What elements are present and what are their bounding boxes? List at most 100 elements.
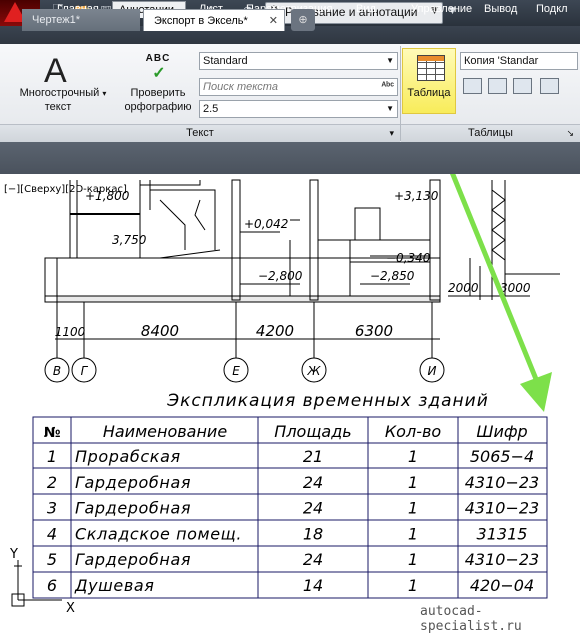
expand-panel-icon[interactable]: ▾ [389,125,394,142]
doc-tab-drawing1[interactable]: Чертеж1* [22,9,140,31]
table-cell: 24 [303,550,323,569]
table-cell: 420−04 [470,576,534,595]
text-panel-title[interactable]: Текст ▾ [0,124,400,143]
table-header-cell: № [44,425,61,441]
mtext-label-line2[interactable]: текст [8,101,108,113]
table-header-cell: Площадь [274,422,351,441]
spellcheck-label-line2[interactable]: орфографию [118,101,198,113]
table-cell: 1 [408,576,418,595]
table-cell: 24 [303,473,323,492]
table-cell: 4310−23 [465,550,539,569]
mtext-icon: A [44,52,67,90]
table-style-select[interactable]: Копия 'Standar [460,52,578,70]
table-cell: 2 [47,473,57,492]
checkmark-icon: ✓ [152,65,166,82]
find-replace-icon[interactable]: ᴬᵇᶜ [381,79,394,95]
elevation-label: −0,340 [386,251,431,265]
elevation-label: −2,800 [258,269,303,283]
find-text-input[interactable]: Поиск текста ᴬᵇᶜ [199,78,398,96]
doc-tab-export-excel[interactable]: Экспорт в Эксель* ✕ [143,9,285,31]
extract-data-icon[interactable] [463,78,482,94]
table-cell: Гардеробная [75,550,191,569]
axis-bubble-label: И [428,364,437,378]
chevron-down-icon: ▾ [102,89,107,98]
table-cell: 1 [408,499,418,518]
table-header-cell: Наименование [103,422,227,441]
table-cell: Гардеробная [75,499,191,518]
table-button[interactable]: Таблица [402,48,456,114]
text-style-value: Standard [203,55,248,67]
drawing-svg: +1,800 +0,042 +3,130 3,750 −2,800 −2,850… [4,174,560,616]
elevation-label: +0,042 [244,217,288,231]
axis-bubble-label: Е [232,364,240,378]
watermark-text: autocad-specialist.ru [420,604,522,634]
document-tab-bar [0,142,580,174]
table-cell: 1 [408,524,418,543]
table-cell: 4310−23 [465,473,539,492]
mtext-label-line1[interactable]: Многострочный ▾ [8,87,118,99]
tab-connect[interactable]: Подкл [530,1,574,18]
elevation-label: 2000 [448,281,479,295]
axis-bubble-label: В [53,364,61,378]
new-tab-button[interactable]: ⊕ [291,9,315,31]
table-cell: 24 [303,499,323,518]
dialog-launcher-icon[interactable]: ↘ [566,125,574,142]
table-style-value: Копия 'Standar [464,55,539,67]
find-text-placeholder: Поиск текста [203,81,278,93]
table-cell: 1 [47,447,57,466]
table-cell: 21 [303,447,323,466]
viewport-controls[interactable]: [−][Сверху][2D-каркас] [4,184,127,195]
ucs-y-label: Y [9,547,18,562]
explication-table-body: 1 Прорабская 21 1 5065−4 2 Гардеробная 24 1 4310−… [47,447,539,595]
table-cell: 3 [47,499,57,518]
text-height-value: 2.5 [203,103,219,115]
axis-bubble-label: Ж [307,364,322,378]
axis-bubble-label: Г [81,364,89,378]
tables-panel-title-label: Таблицы [468,127,513,139]
table-cell: 4310−23 [465,499,539,518]
table-cell: Прорабская [75,447,181,466]
doc-tab-label: Экспорт в Эксель* [154,15,248,27]
table-cell: 1 [408,473,418,492]
ucs-x-label: X [66,601,75,616]
doc-tab-label: Чертеж1* [32,14,80,26]
elevation-label: 3000 [500,281,531,295]
table-cell: 18 [303,524,323,543]
dimension-label: 8400 [141,322,179,340]
table-button-label: Таблица [407,87,451,99]
dimension-label: 6300 [355,322,393,340]
table-cell: 5065−4 [470,447,534,466]
close-icon[interactable]: ✕ [269,10,278,32]
plus-icon: ⊕ [298,14,308,26]
elevation-label: 3,750 [112,233,147,247]
table-cell: Складское помещ. [75,524,242,543]
upload-to-source-icon[interactable] [540,78,559,94]
mtext-label-text-1: Многострочный [19,87,100,99]
table-cell: Душевая [74,576,155,595]
dimension-label: 1100 [55,325,86,339]
tab-manage[interactable]: Управление [405,1,478,18]
chevron-down-icon: ▼ [386,56,394,65]
table-header-cell: Кол-во [385,422,442,441]
download-from-source-icon[interactable] [513,78,532,94]
table-cell: 1 [408,550,418,569]
text-height-select[interactable]: 2.5 ▼ [199,100,398,118]
tables-panel-title[interactable]: Таблицы ↘ [401,124,580,143]
table-cell: 6 [47,576,57,595]
table-cell: 31315 [477,524,528,543]
text-style-select[interactable]: Standard ▼ [199,52,398,70]
spellcheck-label-line1[interactable]: Проверить [120,87,196,99]
elevation-label: −2,850 [370,269,415,283]
text-panel-title-label: Текст [186,127,214,139]
table-icon [417,55,445,81]
elevation-label: +3,130 [394,189,439,203]
table-cell: Гардеробная [75,473,191,492]
tab-view[interactable]: Вид [350,1,382,18]
table-cell: 14 [303,576,323,595]
table-cell: 1 [408,447,418,466]
chevron-down-icon: ▼ [386,104,394,113]
table-cell: 5 [47,550,57,569]
link-data-icon[interactable] [488,78,507,94]
table-title: Экспликация временных зданий [166,391,489,411]
tab-output[interactable]: Вывод [478,1,523,18]
